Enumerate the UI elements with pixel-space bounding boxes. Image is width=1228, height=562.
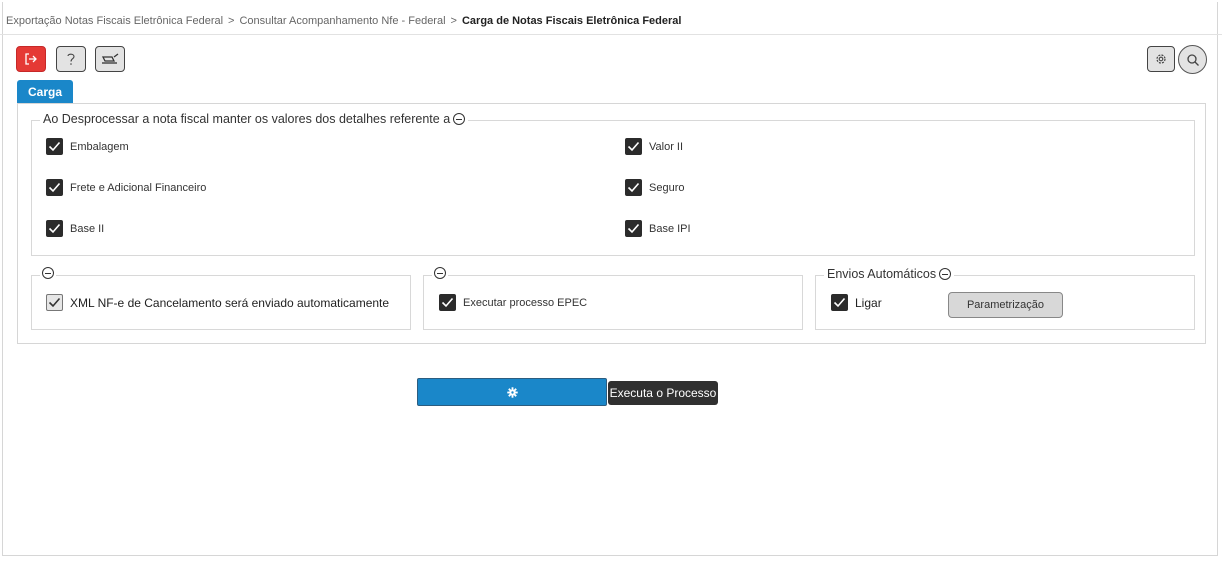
checkbox-label: Executar processo EPEC <box>463 296 588 309</box>
breadcrumb-separator: > <box>228 15 235 27</box>
header-divider <box>0 34 1222 35</box>
breadcrumb: Exportação Notas Fiscais Eletrônica Fede… <box>6 15 681 27</box>
checkbox-valor-ii[interactable]: Valor II <box>625 138 683 155</box>
parametrizacao-button[interactable]: Parametrização <box>948 292 1063 318</box>
checkbox-embalagem[interactable]: Embalagem <box>46 138 129 155</box>
checkbox-box[interactable] <box>625 220 642 237</box>
details-legend-text: Ao Desprocessar a nota fiscal manter os … <box>43 112 451 126</box>
checkbox-ligar[interactable]: Ligar <box>831 294 882 311</box>
checkbox-xml-cancelamento[interactable]: XML NF-e de Cancelamento será enviado au… <box>46 294 389 311</box>
check-icon <box>48 297 61 308</box>
exit-button[interactable] <box>16 46 46 72</box>
tab-carga[interactable]: Carga <box>17 80 73 103</box>
checkbox-label: Embalagem <box>70 140 129 153</box>
details-legend: Ao Desprocessar a nota fiscal manter os … <box>40 112 469 126</box>
search-icon <box>1186 53 1199 66</box>
auto-legend-text: Envios Automáticos <box>827 267 937 281</box>
epec-legend <box>432 267 448 279</box>
checkbox-label: Valor II <box>649 140 684 153</box>
checkbox-box[interactable] <box>439 294 456 311</box>
check-icon <box>627 223 640 234</box>
check-icon <box>48 223 61 234</box>
search-button[interactable] <box>1178 45 1207 74</box>
execute-button[interactable] <box>417 378 607 406</box>
checkbox-label: XML NF-e de Cancelamento será enviado au… <box>70 295 390 310</box>
clear-button[interactable] <box>95 46 125 72</box>
checkbox-base-ipi[interactable]: Base IPI <box>625 220 691 237</box>
auto-legend: Envios Automáticos <box>824 267 955 281</box>
execute-tooltip: Executa o Processo <box>608 381 718 405</box>
check-icon <box>627 141 640 152</box>
settings-button[interactable] <box>1147 46 1175 72</box>
collapse-icon[interactable] <box>42 267 54 279</box>
check-icon <box>48 141 61 152</box>
check-icon <box>48 182 61 193</box>
breadcrumb-item[interactable]: Consultar Acompanhamento Nfe - Federal <box>239 15 445 27</box>
breadcrumb-current: Carga de Notas Fiscais Eletrônica Federa… <box>461 15 682 27</box>
eraser-icon <box>101 53 119 64</box>
checkbox-box[interactable] <box>46 179 63 196</box>
collapse-icon[interactable] <box>453 113 466 125</box>
collapse-icon[interactable] <box>434 267 446 279</box>
checkbox-box[interactable] <box>625 179 642 196</box>
help-icon <box>67 53 75 65</box>
checkbox-epec[interactable]: Executar processo EPEC <box>439 294 587 311</box>
collapse-icon[interactable] <box>939 268 952 280</box>
check-icon <box>441 297 454 308</box>
exit-icon <box>25 53 37 65</box>
checkbox-label: Ligar <box>855 295 882 310</box>
breadcrumb-item[interactable]: Exportação Notas Fiscais Eletrônica Fede… <box>6 15 223 27</box>
check-icon <box>627 182 640 193</box>
checkbox-box[interactable] <box>625 138 642 155</box>
gear-icon <box>1156 54 1166 64</box>
cancel-legend <box>40 267 56 279</box>
checkbox-box[interactable] <box>46 294 63 311</box>
checkbox-label: Base II <box>70 222 105 235</box>
checkbox-box[interactable] <box>831 294 848 311</box>
checkbox-box[interactable] <box>46 220 63 237</box>
help-button[interactable] <box>56 46 86 72</box>
gear-icon <box>506 386 518 398</box>
checkbox-label: Base IPI <box>649 222 691 235</box>
checkbox-seguro[interactable]: Seguro <box>625 179 684 196</box>
checkbox-label: Frete e Adicional Financeiro <box>70 181 207 194</box>
checkbox-label: Seguro <box>649 181 685 194</box>
checkbox-frete[interactable]: Frete e Adicional Financeiro <box>46 179 206 196</box>
checkbox-base-ii[interactable]: Base II <box>46 220 104 237</box>
breadcrumb-separator: > <box>450 15 457 27</box>
check-icon <box>833 297 846 308</box>
checkbox-box[interactable] <box>46 138 63 155</box>
